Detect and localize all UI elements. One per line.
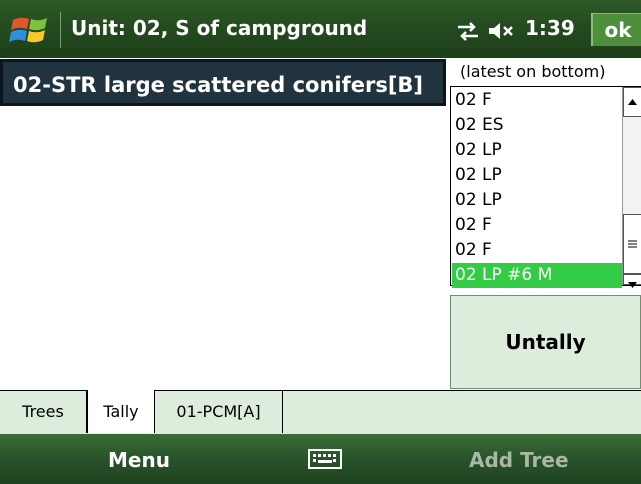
list-item[interactable]: 02 LP [452,138,622,163]
tree-list[interactable]: 02 F 02 ES 02 LP 02 LP 02 LP 02 F 02 F 0… [450,86,641,288]
scroll-down-button[interactable] [623,274,641,288]
list-item[interactable]: 02 LP [452,188,622,213]
ok-button[interactable]: ok [591,13,641,46]
list-item[interactable]: 02 F [452,88,622,113]
window-title: Unit: 02, S of campground [71,16,368,40]
softkey-bar: Menu Add Tree [0,434,641,484]
stratum-title: 02-STR large scattered conifers[B] [0,59,446,106]
menu-softkey[interactable]: Menu [108,448,170,472]
tab-strip: Trees Tally 01-PCM[A] [0,390,641,434]
title-bar: Unit: 02, S of campground 1:39 ok [0,0,641,58]
tally-area[interactable] [0,107,448,390]
windows-start-icon[interactable] [9,14,53,46]
scroll-thumb[interactable] [623,214,641,274]
tree-list-scrollbar[interactable] [622,87,641,288]
connectivity-icon[interactable] [455,19,481,43]
title-separator [60,12,61,48]
list-item[interactable]: 02 F [452,213,622,238]
tab-trees[interactable]: Trees [0,390,87,433]
clock: 1:39 [525,16,575,40]
tree-list-caption: (latest on bottom) [460,62,606,81]
scroll-up-button[interactable] [623,87,641,117]
triangle-up-icon [628,99,637,105]
grip-icon [628,240,637,248]
untally-button[interactable]: Untally [450,295,641,389]
volume-muted-icon[interactable] [487,19,517,43]
add-tree-softkey[interactable]: Add Tree [469,448,569,472]
keyboard-icon[interactable] [308,449,342,469]
list-item[interactable]: 02 F [452,238,622,263]
triangle-down-icon [628,282,637,288]
list-item[interactable]: 02 LP [452,163,622,188]
list-item-selected[interactable]: 02 LP #6 M [452,263,622,288]
list-item[interactable]: 02 ES [452,113,622,138]
tab-tally[interactable]: Tally [87,390,155,433]
tab-pcm[interactable]: 01-PCM[A] [155,390,283,433]
